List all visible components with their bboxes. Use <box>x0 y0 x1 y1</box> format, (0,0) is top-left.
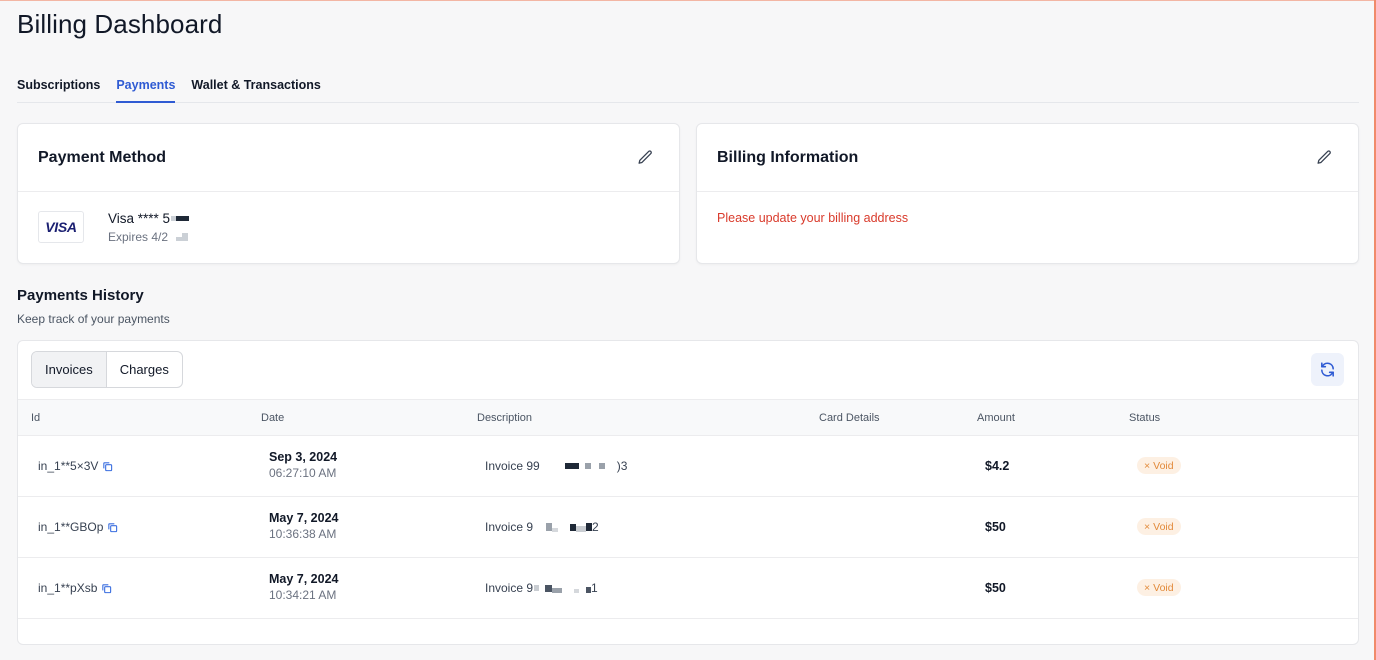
card-number: Visa **** 5 <box>108 211 190 226</box>
invoice-id: in_1**GBOp <box>38 520 118 534</box>
tab-wallet-transactions[interactable]: Wallet & Transactions <box>191 77 320 103</box>
billing-address-warning: Please update your billing address <box>717 211 909 225</box>
refresh-button[interactable] <box>1311 353 1344 386</box>
copy-icon[interactable] <box>107 522 118 533</box>
status-badge: × Void <box>1137 518 1181 535</box>
invoice-date: May 7, 2024 10:34:21 AM <box>269 572 339 602</box>
pencil-icon <box>637 150 652 164</box>
copy-icon[interactable] <box>102 461 113 472</box>
table-header: Id Date Description Card Details Amount … <box>18 399 1358 436</box>
pencil-icon <box>1316 150 1331 164</box>
table-row[interactable]: in_1**5×3V Sep 3, 2024 06:27:10 AM Invoi… <box>18 436 1358 497</box>
charges-toggle-button[interactable]: Charges <box>105 352 182 387</box>
payments-history-subtitle: Keep track of your payments <box>17 312 170 326</box>
column-id[interactable]: Id <box>31 412 40 424</box>
column-date[interactable]: Date <box>261 412 284 424</box>
payments-history-title: Payments History <box>17 287 144 304</box>
invoice-amount: $50 <box>985 520 1006 534</box>
visa-logo: VISA <box>38 211 84 243</box>
billing-information-card: Billing Information Please update your b… <box>696 123 1359 264</box>
x-icon: × <box>1144 459 1151 472</box>
table-row[interactable]: in_1**pXsb May 7, 2024 10:34:21 AM Invoi… <box>18 558 1358 619</box>
payments-history-table: Invoices Charges Id Date Description Car… <box>17 340 1359 645</box>
x-icon: × <box>1144 581 1151 594</box>
invoice-id: in_1**5×3V <box>38 459 113 473</box>
invoice-description: Invoice 9 2 <box>485 520 599 534</box>
x-icon: × <box>1144 520 1151 533</box>
status-badge: × Void <box>1137 579 1181 596</box>
payment-method-title: Payment Method <box>38 148 167 166</box>
invoice-id: in_1**pXsb <box>38 581 112 595</box>
copy-icon[interactable] <box>101 583 112 594</box>
payment-method-card: Payment Method VISA Visa **** 5 Expires … <box>17 123 680 264</box>
status-badge: × Void <box>1137 457 1181 474</box>
billing-information-header: Billing Information <box>697 124 1358 192</box>
invoice-date: Sep 3, 2024 06:27:10 AM <box>269 450 338 480</box>
invoice-amount: $50 <box>985 581 1006 595</box>
edit-payment-method-button[interactable] <box>631 144 659 172</box>
invoice-description: Invoice 9 1 <box>485 581 598 595</box>
invoice-amount: $4.2 <box>985 459 1010 473</box>
invoice-charge-toggle: Invoices Charges <box>31 351 183 388</box>
billing-information-title: Billing Information <box>717 148 859 166</box>
column-status[interactable]: Status <box>1129 412 1160 424</box>
table-row[interactable]: in_1**GBOp May 7, 2024 10:36:38 AM Invoi… <box>18 497 1358 558</box>
payment-method-body: VISA Visa **** 5 Expires 4/2 <box>18 192 679 262</box>
tab-payments[interactable]: Payments <box>116 77 176 103</box>
window-top-edge <box>0 0 1376 1</box>
tab-subscriptions[interactable]: Subscriptions <box>17 77 100 103</box>
tab-bar: Subscriptions Payments Wallet & Transact… <box>17 77 1359 103</box>
invoice-date: May 7, 2024 10:36:38 AM <box>269 511 339 541</box>
card-expiry: Expires 4/2 <box>108 230 189 244</box>
page-title: Billing Dashboard <box>17 9 223 39</box>
edit-billing-information-button[interactable] <box>1310 144 1338 172</box>
payment-method-header: Payment Method <box>18 124 679 192</box>
column-description[interactable]: Description <box>477 412 532 424</box>
invoice-description: Invoice 99 )3 <box>485 459 628 473</box>
column-amount[interactable]: Amount <box>977 412 1015 424</box>
refresh-icon <box>1321 362 1334 377</box>
invoices-toggle-button[interactable]: Invoices <box>32 352 106 387</box>
column-card-details[interactable]: Card Details <box>819 412 880 424</box>
